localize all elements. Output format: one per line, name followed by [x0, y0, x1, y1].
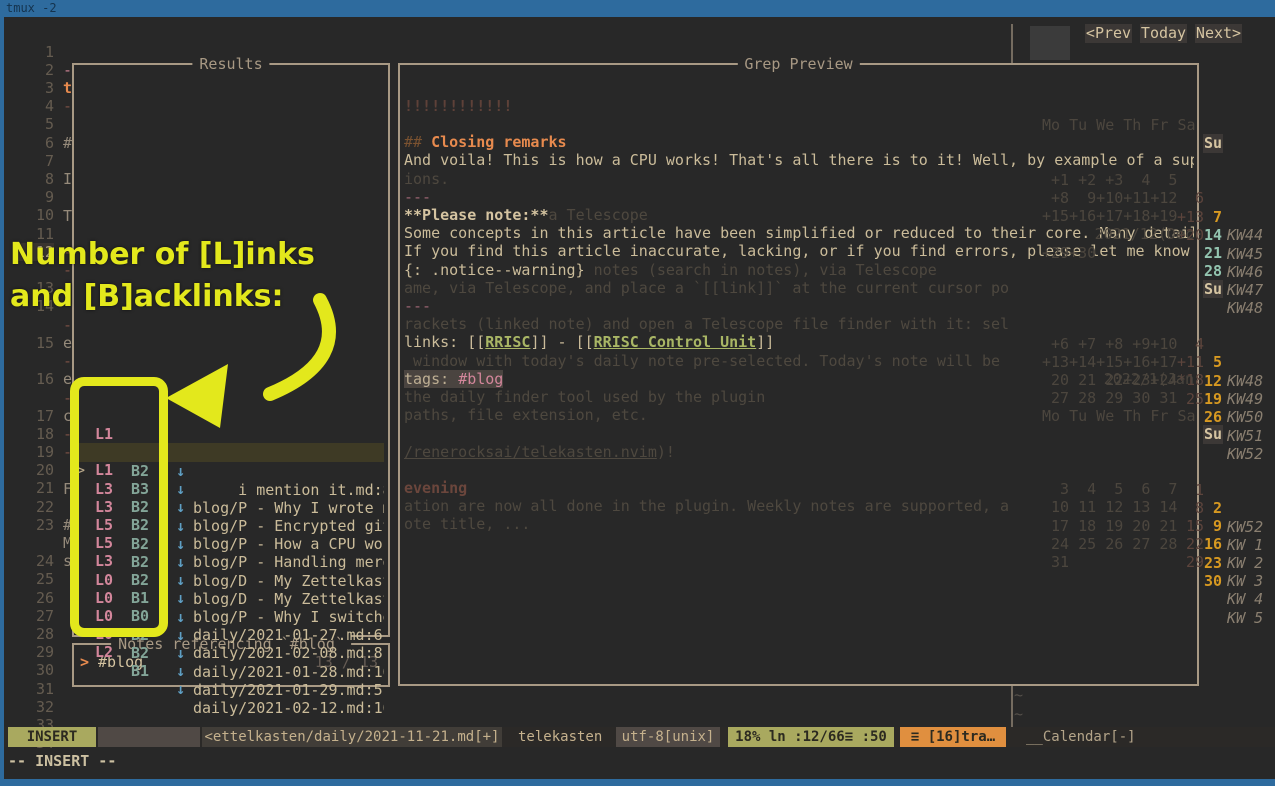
cursor-position-segment: 18% ln :12/66≡ :50 — [728, 727, 894, 747]
tab-indicator-segment: ≡ [16]tra… — [900, 727, 1006, 747]
tmux-titlebar: tmux -2 — [0, 0, 1275, 17]
git-branch-segment: main! — [98, 727, 200, 747]
annotation-arrow — [120, 280, 380, 440]
window-border-bottom — [0, 779, 1275, 786]
file-path-segment: <ettelkasten/daily/2021-11-21.md[+] — [202, 727, 502, 747]
statusline: INSERT main! <ettelkasten/daily/2021-11-… — [4, 727, 1275, 747]
command-line-mode-text: -- INSERT -- — [8, 752, 116, 770]
window-border-left — [0, 17, 4, 779]
encoding-segment: utf-8[unix] — [616, 727, 720, 747]
empty-line-tilde: ~ — [1014, 686, 1023, 705]
calendar-window-statusline: __Calendar[-] — [1026, 727, 1136, 747]
terminal-screen: tmux -2 1 --- 2 title: Sunday, November … — [0, 0, 1275, 786]
tmux-title: tmux -2 — [6, 1, 57, 15]
empty-line-tilde: ~ — [1014, 705, 1023, 724]
tilde: ~ — [1014, 686, 1023, 704]
mode-indicator: INSERT — [8, 727, 96, 747]
tilde: ~ — [1014, 705, 1023, 723]
annotation-text-line1: Number of [L]inks — [10, 237, 315, 272]
plugin-name: telekasten — [518, 727, 602, 747]
